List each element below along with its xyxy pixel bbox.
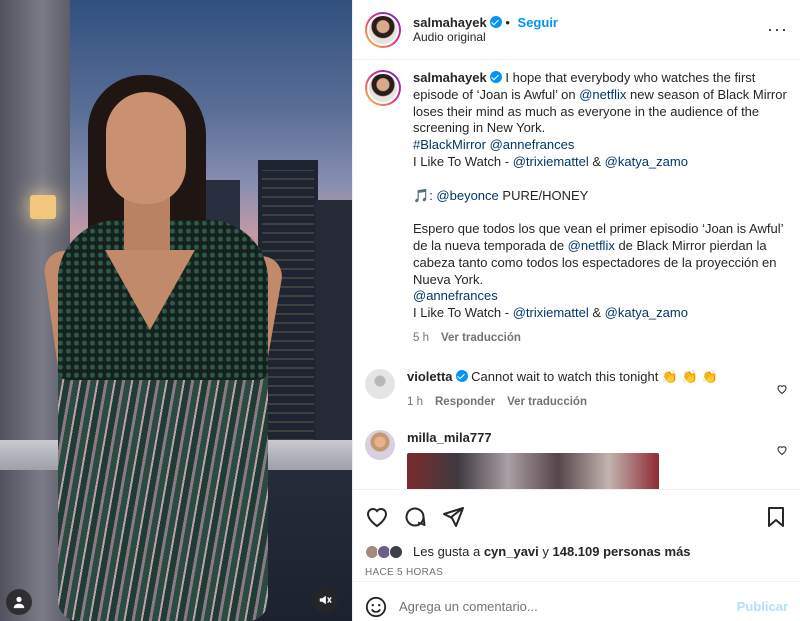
- comment-text: Cannot wait to watch this tonight 👏 👏 👏: [471, 368, 718, 384]
- avatar[interactable]: [365, 368, 395, 399]
- action-bar: Les gusta a cyn_yavi y 148.109 personas …: [353, 489, 800, 621]
- heart-icon[interactable]: [776, 383, 788, 395]
- audio-link[interactable]: Audio original: [413, 30, 558, 44]
- comments-scroll[interactable]: salmahayek I hope that everybody who wat…: [353, 60, 800, 489]
- share-icon[interactable]: [441, 505, 465, 529]
- follow-button[interactable]: Seguir: [518, 15, 558, 30]
- mention-annefrances[interactable]: @annefrances: [490, 137, 575, 152]
- comment-form: Publicar: [353, 581, 800, 621]
- more-icon[interactable]: ···: [767, 19, 788, 40]
- comment-input[interactable]: [399, 599, 725, 614]
- caption-text: salmahayek I hope that everybody who wat…: [413, 70, 787, 344]
- person-face: [106, 92, 186, 204]
- comment-image[interactable]: [407, 453, 659, 489]
- mention-katya[interactable]: @katya_zamo: [605, 154, 688, 169]
- hashtag-blackmirror[interactable]: #BlackMirror: [413, 137, 486, 152]
- avatar[interactable]: [365, 430, 395, 461]
- post-time[interactable]: HACE 5 HORAS: [365, 567, 788, 578]
- credit-text: I Like To Watch -: [413, 153, 513, 169]
- reply-button[interactable]: Responder: [435, 396, 495, 408]
- heart-icon[interactable]: [365, 505, 389, 529]
- heart-icon[interactable]: [776, 444, 788, 456]
- verified-icon: [489, 71, 502, 83]
- publish-button[interactable]: Publicar: [737, 599, 788, 614]
- caption-username[interactable]: salmahayek: [413, 70, 487, 85]
- mention-beyonce[interactable]: @beyonce: [436, 188, 498, 203]
- emoji-icon[interactable]: [365, 596, 387, 618]
- mention-trixie[interactable]: @trixiemattel: [513, 305, 589, 320]
- translate-link[interactable]: Ver traducción: [507, 396, 587, 408]
- comment: violetta Cannot wait to watch this tonig…: [365, 368, 788, 411]
- verified-icon: [455, 369, 468, 382]
- liker-username[interactable]: cyn_yavi: [484, 544, 539, 559]
- mute-icon[interactable]: [312, 587, 338, 613]
- mention-trixie[interactable]: @trixiemattel: [513, 154, 589, 169]
- comment-icon[interactable]: [403, 505, 427, 529]
- verified-icon: [489, 16, 502, 28]
- post-panel: salmahayek • Seguir Audio original ··· s…: [352, 0, 800, 621]
- comment-username[interactable]: milla_mila777: [407, 430, 492, 445]
- comment-time: 1 h: [407, 395, 423, 408]
- mention-katya[interactable]: @katya_zamo: [605, 305, 688, 320]
- author-username[interactable]: salmahayek: [413, 15, 487, 30]
- post-image[interactable]: [0, 0, 352, 621]
- likes-prefix: Les gusta a: [413, 544, 484, 559]
- avatar: [389, 544, 403, 559]
- comment: milla_mila777: [365, 430, 788, 489]
- post-header: salmahayek • Seguir Audio original ···: [353, 0, 800, 60]
- song-title: PURE/HONEY: [498, 187, 589, 203]
- translate-link[interactable]: Ver traducción: [441, 332, 521, 344]
- avatar[interactable]: [365, 11, 401, 48]
- amp: &: [588, 153, 605, 169]
- mention-netflix[interactable]: @netflix: [579, 87, 626, 102]
- bookmark-icon[interactable]: [764, 505, 788, 529]
- mention-netflix[interactable]: @netflix: [568, 238, 615, 253]
- likes-summary[interactable]: Les gusta a cyn_yavi y 148.109 personas …: [365, 544, 788, 559]
- mention-annefrances[interactable]: @annefrances: [413, 288, 498, 303]
- user-tag-icon[interactable]: [6, 589, 32, 615]
- likes-and: y: [538, 544, 553, 559]
- amp: &: [588, 305, 605, 321]
- building: [315, 200, 352, 460]
- comment-username[interactable]: violetta: [407, 369, 453, 384]
- lamp: [30, 195, 56, 219]
- caption-time: 5 h: [413, 331, 429, 344]
- credit-text: I Like To Watch -: [413, 305, 513, 321]
- caption: salmahayek I hope that everybody who wat…: [365, 70, 788, 347]
- music-icon: 🎵: [413, 187, 430, 203]
- likes-count[interactable]: 148.109 personas más: [553, 544, 691, 559]
- avatar[interactable]: [365, 70, 401, 106]
